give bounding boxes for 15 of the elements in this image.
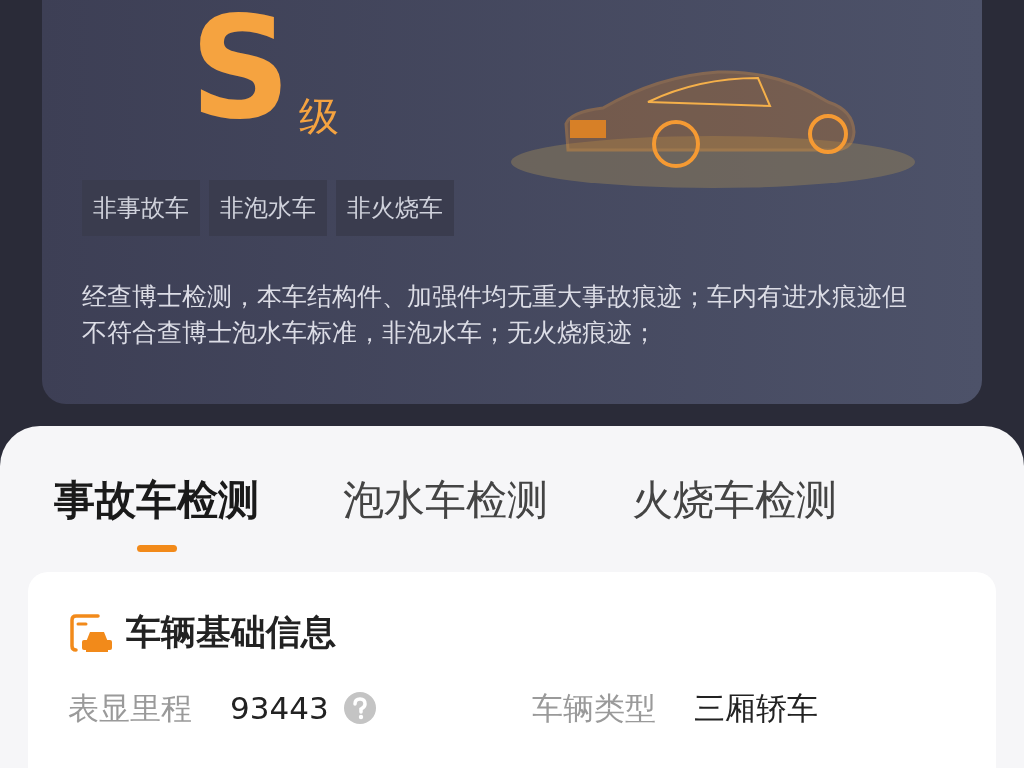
tab[interactable]: 事故车检测 (54, 470, 259, 552)
help-icon[interactable] (342, 690, 377, 725)
field-value: 93443 (230, 688, 329, 728)
field-value: 三厢轿车 (694, 688, 818, 728)
field-label: 车辆类型 (532, 688, 656, 728)
grade-letter: S (190, 4, 291, 134)
status-tag: 非泡水车 (209, 180, 327, 236)
field-label: 表显里程 (68, 688, 192, 728)
grade-suffix: 级 (298, 92, 339, 140)
tab[interactable]: 火烧车检测 (632, 470, 837, 552)
status-tag: 非事故车 (82, 180, 200, 236)
tab[interactable]: 泡水车检测 (343, 470, 548, 552)
section-title: 车辆基础信息 (126, 611, 336, 654)
status-tag: 非火烧车 (336, 180, 454, 236)
report-description: 经查博士检测，本车结构件、加强件均无重大事故痕迹；车内有进水痕迹但不符合查博士泡水车标准，非泡水车；无火烧痕迹； (82, 281, 908, 349)
